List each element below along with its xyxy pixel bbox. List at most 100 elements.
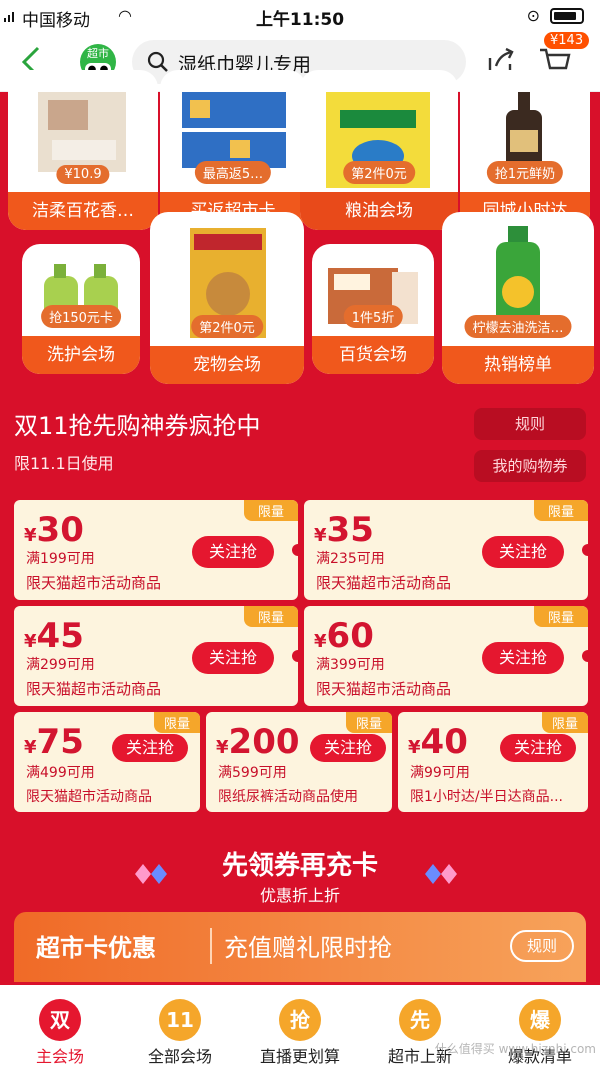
currency-symbol: ¥ bbox=[24, 631, 37, 652]
card-rules-button[interactable]: 规则 bbox=[510, 930, 574, 962]
currency-symbol: ¥ bbox=[314, 525, 327, 546]
coupon-condition: 满399可用 bbox=[316, 657, 385, 673]
limited-badge: 限量 bbox=[153, 712, 200, 733]
card-section-title: 先领券再充卡 bbox=[221, 851, 378, 881]
tile-tag: 1件5折 bbox=[343, 305, 403, 328]
amount-value: 200 bbox=[228, 722, 300, 762]
coupon-card: 限量 ¥40 满99可用 限1小时达/半日达商品... 关注抢 bbox=[398, 712, 588, 812]
banner-divider bbox=[210, 928, 212, 964]
coupon-scope: 限1小时达/半日达商品... bbox=[410, 789, 563, 805]
rules-button[interactable]: 规则 bbox=[474, 408, 586, 440]
coupon-condition: 满235可用 bbox=[316, 551, 385, 567]
currency-symbol: ¥ bbox=[314, 631, 327, 652]
coupon-notch bbox=[582, 544, 588, 556]
tile-label: 洗护会场 bbox=[22, 336, 140, 374]
tile-cashback-card[interactable]: 最高返5… 买返超市卡 bbox=[160, 70, 306, 230]
coupon-card: 限量 ¥35 满235可用 限天猫超市活动商品 关注抢 bbox=[304, 500, 588, 600]
limited-badge: 限量 bbox=[243, 606, 298, 627]
tile-tag: 第2件0元 bbox=[191, 315, 263, 338]
follow-grab-button[interactable]: 关注抢 bbox=[112, 734, 188, 762]
coupon-amount: ¥35 bbox=[314, 510, 374, 550]
follow-grab-button[interactable]: 关注抢 bbox=[192, 642, 274, 674]
rotation-lock-icon: ⊙ bbox=[526, 6, 540, 25]
tab-icon: 双 bbox=[39, 999, 81, 1041]
coupon-amount: ¥30 bbox=[24, 510, 84, 550]
follow-grab-button[interactable]: 关注抢 bbox=[482, 642, 564, 674]
currency-symbol: ¥ bbox=[24, 525, 37, 546]
coupon-amount: ¥75 bbox=[24, 722, 84, 762]
coupon-card: 限量 ¥60 满399可用 限天猫超市活动商品 关注抢 bbox=[304, 606, 588, 706]
tab-icon: 抢 bbox=[279, 999, 321, 1041]
tile-label: 百货会场 bbox=[312, 336, 434, 374]
card-section-subtitle: 优惠折上折 bbox=[259, 886, 340, 905]
limited-badge: 限量 bbox=[345, 712, 392, 733]
tile-tissue[interactable]: ¥10.9 洁柔百花香… bbox=[8, 70, 158, 230]
coupon-card: 限量 ¥45 满299可用 限天猫超市活动商品 关注抢 bbox=[14, 606, 298, 706]
coupon-amount: ¥200 bbox=[216, 722, 300, 762]
amount-value: 60 bbox=[326, 616, 374, 656]
limited-badge: 限量 bbox=[533, 500, 588, 521]
status-bar: 中国移动 ◠ 上午11:50 ⊙ bbox=[0, 0, 600, 32]
tab-label: 全部会场 bbox=[147, 1047, 212, 1066]
tile-tag: 第2件0元 bbox=[343, 161, 415, 184]
amount-value: 40 bbox=[420, 722, 468, 762]
coupon-scope: 限天猫超市活动商品 bbox=[26, 574, 162, 592]
currency-symbol: ¥ bbox=[24, 737, 37, 758]
limited-badge: 限量 bbox=[243, 500, 298, 521]
tile-label: 粮油会场 bbox=[300, 192, 458, 230]
battery-icon bbox=[550, 8, 584, 24]
tile-washcare[interactable]: 抢150元卡 洗护会场 bbox=[22, 244, 140, 374]
tab-icon: 爆 bbox=[519, 999, 561, 1041]
currency-symbol: ¥ bbox=[216, 737, 229, 758]
follow-grab-button[interactable]: 关注抢 bbox=[500, 734, 576, 762]
coupon-card: 限量 ¥200 满599可用 限纸尿裤活动商品使用 关注抢 bbox=[206, 712, 392, 812]
tab-icon: 11 bbox=[159, 999, 201, 1041]
tile-label: 宠物会场 bbox=[150, 346, 304, 384]
watermark: 什么值得买 www.hiznhi.com bbox=[434, 1042, 596, 1056]
coupon-condition: 满99可用 bbox=[410, 765, 470, 781]
tab-live[interactable]: 抢 直播更划算 bbox=[240, 985, 360, 1067]
tile-bestsellers[interactable]: 柠檬去油洗洁… 热销榜单 bbox=[442, 212, 594, 384]
clock: 上午11:50 bbox=[255, 10, 345, 30]
amount-value: 35 bbox=[326, 510, 374, 550]
amount-value: 75 bbox=[36, 722, 84, 762]
coupon-scope: 限天猫超市活动商品 bbox=[316, 574, 452, 592]
follow-grab-button[interactable]: 关注抢 bbox=[192, 536, 274, 568]
follow-grab-button[interactable]: 关注抢 bbox=[310, 734, 386, 762]
follow-grab-button[interactable]: 关注抢 bbox=[482, 536, 564, 568]
coupon-section-title: 双11抢先购神券疯抢中 bbox=[14, 412, 261, 440]
coupon-section-subtitle: 限11.1日使用 bbox=[14, 454, 114, 473]
tab-icon: 先 bbox=[399, 999, 441, 1041]
cart-count: 143 bbox=[558, 33, 584, 48]
coupon-notch bbox=[582, 650, 588, 662]
banner-title: 超市卡优惠 bbox=[36, 934, 156, 962]
my-coupons-button[interactable]: 我的购物券 bbox=[474, 450, 586, 482]
coupon-amount: ¥60 bbox=[314, 616, 374, 656]
tile-label: 热销榜单 bbox=[442, 346, 594, 384]
coupon-condition: 满299可用 bbox=[26, 657, 95, 673]
tile-tag: ¥10.9 bbox=[56, 165, 110, 184]
tab-main-venue[interactable]: 双 主会场 bbox=[0, 985, 120, 1067]
tab-label: 直播更划算 bbox=[259, 1047, 340, 1066]
tile-pet[interactable]: 第2件0元 宠物会场 bbox=[150, 212, 304, 384]
tile-tag: 抢1元鲜奶 bbox=[486, 161, 564, 184]
currency-symbol: ¥ bbox=[408, 737, 421, 758]
tile-general-merch[interactable]: 1件5折 百货会场 bbox=[312, 244, 434, 374]
amount-value: 30 bbox=[36, 510, 84, 550]
coupon-condition: 满499可用 bbox=[26, 765, 95, 781]
tile-grain-oil[interactable]: 第2件0元 粮油会场 bbox=[300, 70, 458, 230]
coupon-card: 限量 ¥30 满199可用 限天猫超市活动商品 关注抢 bbox=[14, 500, 298, 600]
tile-tag: 抢150元卡 bbox=[41, 305, 121, 328]
tile-same-city[interactable]: 抢1元鲜奶 同城小时达 bbox=[460, 70, 590, 230]
cart-count-badge: ¥143 bbox=[544, 32, 590, 49]
coupon-notch bbox=[292, 544, 298, 556]
tab-all-venues[interactable]: 11 全部会场 bbox=[120, 985, 240, 1067]
coupon-condition: 满599可用 bbox=[218, 765, 287, 781]
logo-text: 超市 bbox=[87, 47, 109, 60]
amount-value: 45 bbox=[36, 616, 84, 656]
coupon-amount: ¥40 bbox=[408, 722, 468, 762]
limited-badge: 限量 bbox=[533, 606, 588, 627]
supermarket-card-banner: 超市卡优惠 充值赠礼限时抢 规则 bbox=[14, 912, 586, 982]
coupon-condition: 满199可用 bbox=[26, 551, 95, 567]
tile-tag: 柠檬去油洗洁… bbox=[464, 315, 572, 338]
